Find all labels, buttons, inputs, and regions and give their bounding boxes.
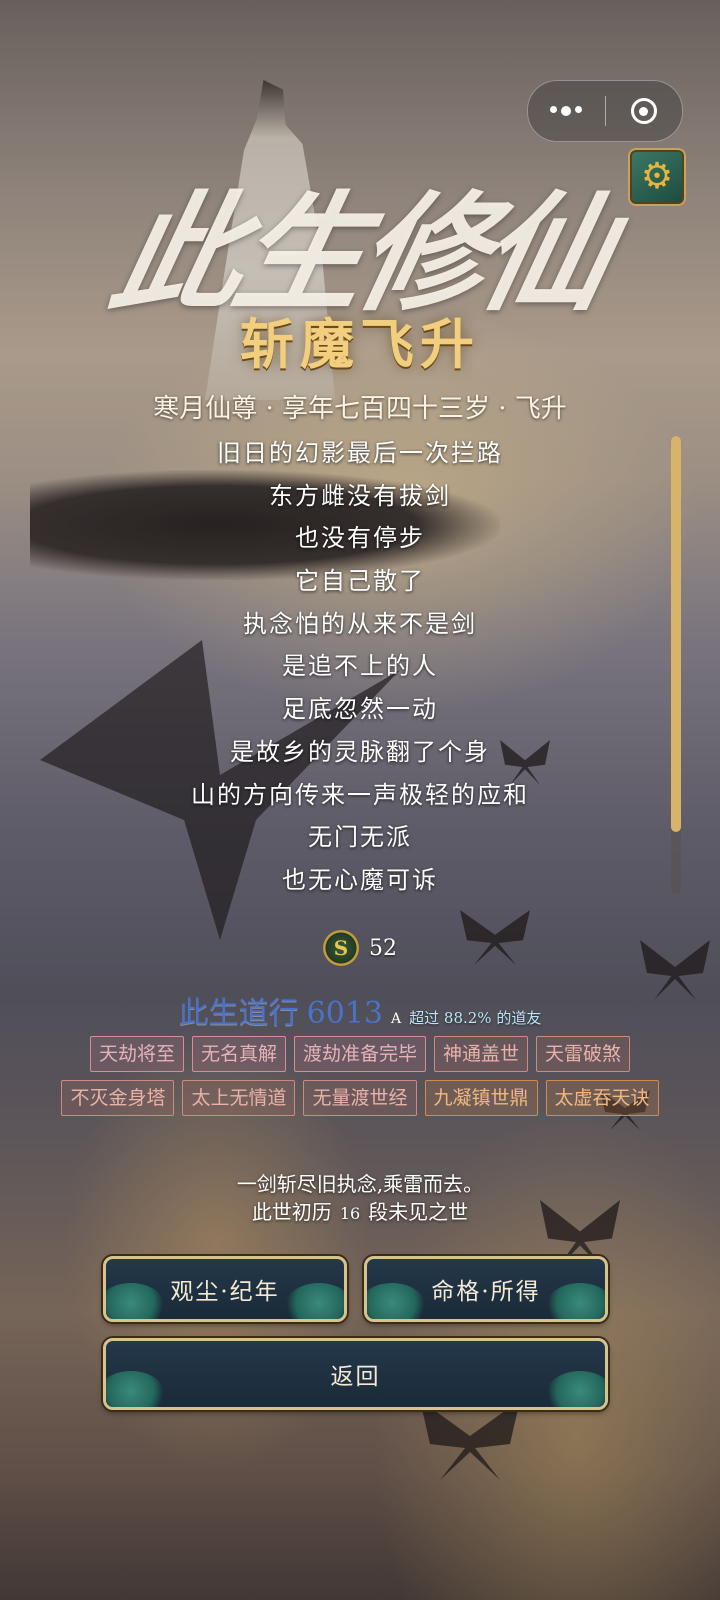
achievement-tag[interactable]: 九凝镇世鼎 bbox=[424, 1080, 538, 1116]
chronicle-button[interactable]: 观尘·纪年 bbox=[103, 1256, 347, 1322]
target-circle-icon bbox=[630, 98, 657, 124]
world-count-number: 16 bbox=[339, 1204, 361, 1223]
achievement-tag[interactable]: 天雷破煞 bbox=[536, 1036, 631, 1072]
achievement-tag[interactable]: 天劫将至 bbox=[89, 1036, 184, 1072]
wave-ornament-icon bbox=[545, 1371, 605, 1407]
close-button[interactable] bbox=[606, 81, 683, 141]
poem-line: 旧日的幻影最后一次拦路 bbox=[217, 439, 503, 467]
destiny-button-label: 命格·所得 bbox=[431, 1279, 541, 1305]
world-count-line: 此世初历 16 段未见之世 bbox=[0, 1198, 720, 1228]
wave-ornament-icon bbox=[545, 1283, 605, 1319]
achievement-tag[interactable]: 渡劫准备完毕 bbox=[293, 1036, 426, 1072]
wave-ornament-icon bbox=[106, 1371, 166, 1407]
poem-line: 也无心魔可诉 bbox=[282, 865, 438, 894]
chronicle-button-label: 观尘·纪年 bbox=[170, 1279, 280, 1305]
poem-line: 足底忽然一动 bbox=[282, 695, 438, 724]
back-button[interactable]: 返回 bbox=[103, 1338, 608, 1410]
poem-line: 无门无派 bbox=[308, 823, 412, 852]
poem-scrollbar[interactable] bbox=[671, 436, 681, 894]
currency-display: S 52 bbox=[0, 930, 720, 966]
score-percentile: 超过 88.2% 的道友 bbox=[409, 1009, 542, 1027]
wave-ornament-icon bbox=[106, 1283, 166, 1319]
ending-poem[interactable]: 旧日的幻影最后一次拦路 东方雌没有拔剑 也没有停步它自己散了执念怕的从来不是剑 是追不… bbox=[0, 432, 720, 902]
score-value: 6013 bbox=[306, 996, 384, 1031]
game-logo: 此生修仙 bbox=[100, 179, 620, 329]
character-summary: 寒月仙尊 · 享年七百四十三岁 · 飞升 bbox=[153, 394, 567, 424]
world-count-prefix: 此世初历 bbox=[251, 1200, 332, 1224]
mini-program-capsule bbox=[527, 80, 683, 142]
score-grade: A bbox=[391, 1011, 402, 1027]
destiny-button[interactable]: 命格·所得 bbox=[364, 1256, 608, 1322]
poem-line: 执念怕的从来不是剑 bbox=[243, 609, 477, 638]
poem-scrollbar-thumb[interactable] bbox=[671, 436, 681, 832]
achievement-tags: 天劫将至 无名真解 渡劫准备完毕 神通盖世 天雷破煞不灭金身塔 太上无情道 无量渡世经 九凝镇… bbox=[40, 1036, 680, 1116]
achievement-tag[interactable]: 太虚吞天诀 bbox=[545, 1080, 659, 1116]
poem-line: 也没有停步 bbox=[295, 524, 425, 553]
achievement-tag[interactable]: 无名真解 bbox=[191, 1036, 286, 1072]
ending-description: 一剑斩尽旧执念,乘雷而去。 此世初历 16 段未见之世 bbox=[0, 1170, 720, 1228]
more-button[interactable] bbox=[528, 81, 605, 141]
poem-line: 是故乡的灵脉翻了个身 bbox=[230, 737, 490, 766]
more-dots-icon bbox=[550, 106, 583, 116]
achievement-tag[interactable]: 无量渡世经 bbox=[303, 1080, 417, 1116]
world-count-suffix: 段未见之世 bbox=[368, 1200, 469, 1224]
score-label: 此生道行 bbox=[178, 996, 299, 1031]
achievement-tag[interactable]: 太上无情道 bbox=[182, 1080, 296, 1116]
poem-line: 是追不上的人 bbox=[282, 652, 438, 681]
ending-line: 一剑斩尽旧执念,乘雷而去。 bbox=[236, 1172, 484, 1196]
poem-line: 东方雌没有拔剑 bbox=[269, 481, 451, 510]
achievement-tag[interactable]: 神通盖世 bbox=[434, 1036, 529, 1072]
score-row: 此生道行 6013 A 超过 88.2% 的道友 bbox=[0, 988, 720, 1032]
spirit-coin-icon: S bbox=[323, 930, 359, 966]
achievement-tag[interactable]: 不灭金身塔 bbox=[61, 1080, 175, 1116]
wave-ornament-icon bbox=[284, 1283, 344, 1319]
back-button-label: 返回 bbox=[330, 1364, 381, 1390]
poem-line: 它自己散了 bbox=[295, 567, 425, 596]
currency-value: 52 bbox=[369, 935, 397, 961]
poem-line: 山的方向传来一声极轻的应和 bbox=[191, 780, 529, 809]
wave-ornament-icon bbox=[367, 1283, 427, 1319]
ending-title: 斩魔飞升 bbox=[240, 312, 480, 376]
